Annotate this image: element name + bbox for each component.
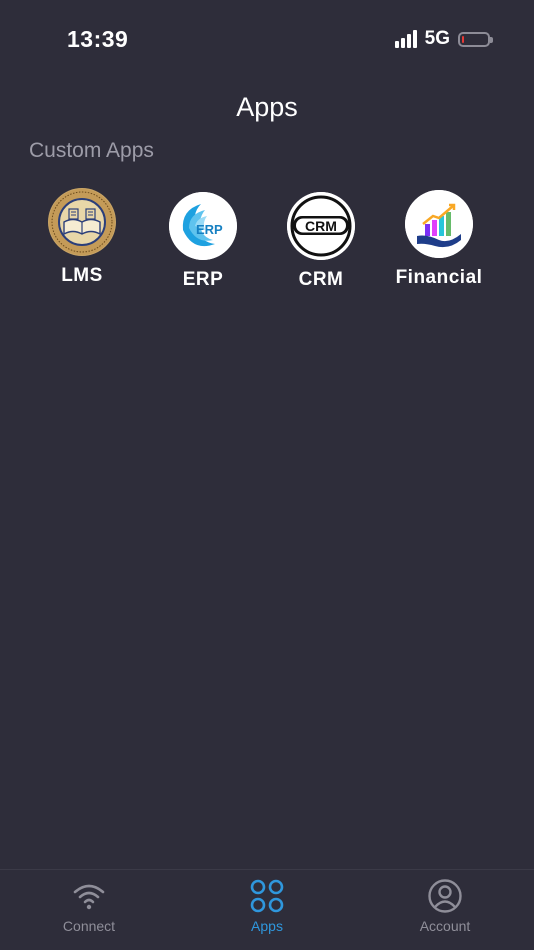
app-label: ERP xyxy=(182,269,224,290)
tab-connect[interactable]: Connect xyxy=(29,878,149,934)
app-crm[interactable]: CRM CRM xyxy=(261,192,381,291)
app-lms[interactable]: LMS xyxy=(22,188,142,287)
status-indicators: 5G xyxy=(394,28,493,50)
financial-chart-icon xyxy=(405,190,473,258)
app-erp[interactable]: ERP ERP xyxy=(143,192,263,291)
wifi-icon xyxy=(73,884,105,910)
tab-label: Apps xyxy=(251,918,283,934)
crm-badge-icon: CRM xyxy=(287,192,355,260)
apps-grid: LMS ERP ERP CRM CRM Financial xyxy=(0,188,534,308)
section-title: Custom Apps xyxy=(29,139,154,162)
battery-icon xyxy=(458,31,493,47)
network-type: 5G xyxy=(424,28,450,49)
university-seal-icon xyxy=(48,188,116,256)
erp-wave-icon: ERP xyxy=(169,192,237,260)
app-label: CRM xyxy=(298,269,344,290)
svg-text:ERP: ERP xyxy=(196,222,223,237)
tab-label: Connect xyxy=(62,918,116,934)
tab-account[interactable]: Account xyxy=(385,878,505,934)
battery-level xyxy=(462,35,464,43)
page-title: Apps xyxy=(236,92,298,122)
status-bar: 13:39 5G xyxy=(0,0,534,80)
app-label: LMS xyxy=(61,265,103,286)
tab-bar: Connect Apps Account xyxy=(0,869,534,950)
tab-apps[interactable]: Apps xyxy=(207,878,327,934)
grid-icon xyxy=(250,879,284,913)
svg-text:CRM: CRM xyxy=(305,218,337,234)
tab-label: Account xyxy=(419,918,471,934)
cellular-signal-icon xyxy=(394,30,417,48)
status-time: 13:39 xyxy=(67,26,129,52)
app-financial[interactable]: Financial xyxy=(379,190,499,289)
user-circle-icon xyxy=(428,879,462,913)
app-label: Financial xyxy=(395,267,483,288)
